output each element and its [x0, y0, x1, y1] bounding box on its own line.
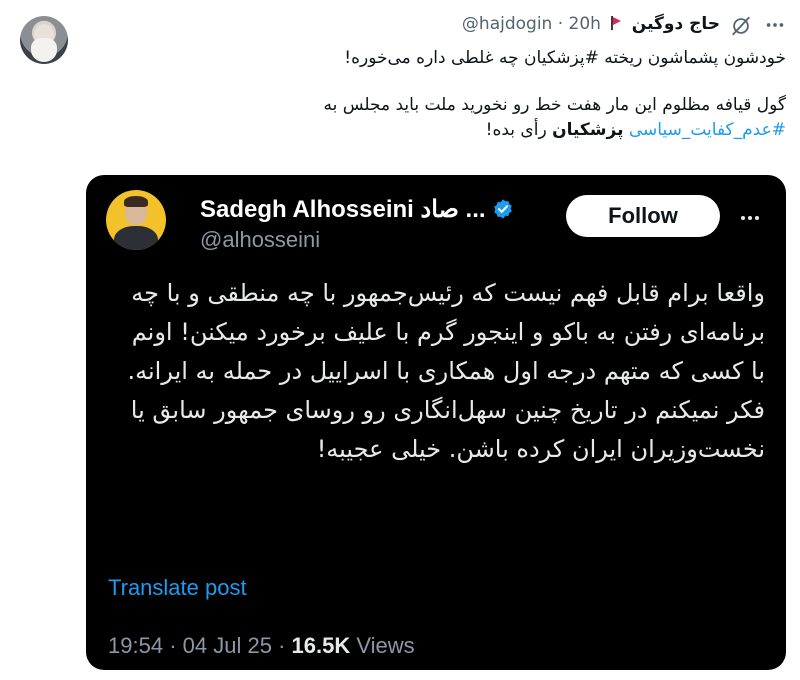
quoted-time[interactable]: 19:54 — [108, 633, 163, 658]
post-paragraph-2: گول قیافه مظلوم این مار هفت خط رو نخورید… — [80, 93, 786, 143]
follow-button[interactable]: Follow — [566, 195, 720, 237]
grok-icon[interactable] — [730, 15, 752, 37]
meta-dot: · — [278, 633, 286, 658]
red-flag-icon — [610, 16, 622, 30]
avatar-body — [114, 226, 158, 250]
embedded-post[interactable]: Sadegh Alhosseini ... صاد @alhosseini Fo… — [86, 175, 786, 670]
quoted-name-suffix: ... صاد — [420, 196, 486, 223]
quoted-date[interactable]: 04 Jul 25 — [183, 633, 272, 658]
author-avatar[interactable] — [20, 16, 68, 64]
more-horizontal-icon[interactable] — [764, 14, 786, 36]
meta-dot: · — [169, 633, 177, 658]
quoted-name-row[interactable]: Sadegh Alhosseini ... صاد — [200, 195, 560, 224]
post-header: حاج دوگین @hajdogin · 20h — [80, 14, 720, 38]
verified-badge-icon — [493, 199, 512, 219]
translate-post-link[interactable]: Translate post — [108, 575, 247, 601]
views-label: Views — [356, 633, 415, 658]
bold-word: پزشکیان — [552, 120, 624, 140]
p2-end: رأی بده! — [485, 120, 547, 140]
quoted-avatar[interactable] — [106, 190, 166, 250]
post-time[interactable]: 20h — [569, 14, 601, 34]
quoted-text: واقعا برام قابل فهم نیست که رئیس‌جمهور ب… — [127, 279, 765, 463]
post-paragraph-1: خودشون پشماشون ریخته #پزشکیان چه غلطی دا… — [344, 48, 786, 68]
author-name[interactable]: حاج دوگین — [632, 14, 720, 34]
quoted-meta: 19:54 · 04 Jul 25 · 16.5K Views — [108, 633, 415, 659]
author-handle[interactable]: @hajdogin — [462, 14, 552, 34]
author-meta: @hajdogin · 20h — [462, 14, 601, 34]
views-count: 16.5K — [291, 633, 351, 658]
more-horizontal-icon[interactable] — [738, 206, 762, 230]
post-text: خودشون پشماشون ریخته #پزشکیان چه غلطی دا… — [80, 46, 786, 143]
hashtag-link[interactable]: #عدم_کفایت_سیاسی — [629, 120, 786, 140]
avatar-hair — [124, 196, 148, 207]
quoted-handle[interactable]: @alhosseini — [200, 227, 320, 253]
avatar-beard — [31, 38, 57, 62]
meta-separator: · — [557, 14, 564, 34]
quoted-name[interactable]: Sadegh Alhosseini — [200, 196, 414, 223]
p2-line1: گول قیافه مظلوم این مار هفت خط رو نخورید… — [323, 95, 786, 115]
